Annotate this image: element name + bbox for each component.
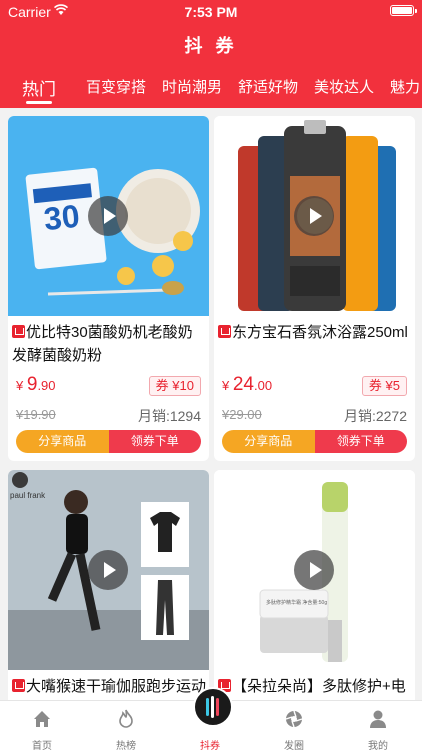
product-price: ¥ 24.00 (222, 374, 273, 395)
play-video-icon[interactable] (294, 550, 334, 590)
product-price: ¥ 9.90 (16, 374, 56, 395)
monthly-sales: 月销:1294 (137, 408, 201, 424)
coupon-icon (206, 696, 219, 718)
share-product-button[interactable]: 分享商品 (222, 430, 315, 453)
flame-icon (119, 709, 133, 728)
tab-indicator (26, 101, 52, 104)
product-image[interactable]: 多肽修护精华霜 净含量:50g (214, 470, 415, 670)
card-actions: 分享商品 领券下单 (222, 430, 407, 453)
taobao-icon (218, 325, 231, 338)
home-icon (34, 711, 50, 727)
card-actions: 分享商品 领券下单 (16, 430, 201, 453)
product-card[interactable]: 多肽修护精华霜 净含量:50g 【朵拉朵尚】多肽修护+电 (214, 470, 415, 710)
status-bar: Carrier 7:53 PM (0, 0, 422, 24)
product-image[interactable]: paul frank (8, 470, 209, 670)
clock: 7:53 PM (184, 4, 238, 20)
header: Carrier 7:53 PM 抖 券 热门 百变穿搭 时尚潮男 舒适好物 美妆… (0, 0, 422, 108)
product-title[interactable]: 【朵拉朵尚】多肽修护+电 (218, 675, 413, 698)
svg-text:paul frank: paul frank (10, 491, 46, 500)
user-icon (370, 710, 386, 728)
coupon-badge: 券 ¥10 (148, 376, 201, 396)
tab-menswear[interactable]: 时尚潮男 (162, 76, 222, 97)
page-title: 抖 券 (184, 36, 238, 56)
taobao-icon (12, 325, 25, 338)
product-image[interactable]: 30 (8, 116, 209, 316)
battery-icon (390, 5, 417, 16)
original-price: ¥29.00 (222, 407, 262, 422)
coupon-badge: 券 ¥5 (361, 376, 407, 396)
tabbar-home[interactable]: 首页 (0, 701, 84, 750)
taobao-icon (12, 679, 25, 692)
product-title[interactable]: 东方宝石香氛沐浴露250ml (218, 321, 413, 344)
tab-hot[interactable]: 热门 (22, 75, 56, 100)
play-video-icon[interactable] (294, 196, 334, 236)
product-card[interactable]: 东方宝石香氛沐浴露250ml ¥ 24.00 券 ¥5 ¥29.00 月销:22… (214, 116, 415, 461)
product-image[interactable] (214, 116, 415, 316)
product-card[interactable]: 30 优比特30菌酸奶机老酸奶发酵菌酸奶粉 ¥ 9.90 券 ¥10 ¥19.9… (8, 116, 209, 461)
tab-charm[interactable]: 魅力 (390, 76, 420, 97)
coupon-center-button[interactable] (193, 687, 233, 727)
category-tabs: 热门 百变穿搭 时尚潮男 舒适好物 美妆达人 魅力 (0, 70, 422, 108)
share-product-button[interactable]: 分享商品 (16, 430, 109, 453)
product-card[interactable]: paul frank 大嘴猴速干瑜伽服跑步运动 (8, 470, 209, 710)
play-video-icon[interactable] (88, 196, 128, 236)
aperture-icon (285, 710, 303, 728)
svg-text:多肽修护精华霜 净含量:50g: 多肽修护精华霜 净含量:50g (266, 599, 327, 606)
claim-coupon-button[interactable]: 领券下单 (314, 430, 407, 453)
product-title[interactable]: 优比特30菌酸奶机老酸奶发酵菌酸奶粉 (12, 321, 207, 367)
tabbar-moments[interactable]: 发圈 (252, 701, 336, 750)
product-title[interactable]: 大嘴猴速干瑜伽服跑步运动 (12, 675, 207, 698)
play-video-icon[interactable] (88, 550, 128, 590)
tab-beauty[interactable]: 美妆达人 (314, 76, 374, 97)
tab-comfort[interactable]: 舒适好物 (238, 76, 298, 97)
claim-coupon-button[interactable]: 领券下单 (108, 430, 201, 453)
tabbar-profile[interactable]: 我的 (336, 701, 420, 750)
monthly-sales: 月销:2272 (343, 408, 407, 424)
svg-text:30: 30 (42, 198, 81, 238)
tabbar-hot-list[interactable]: 热榜 (84, 701, 168, 750)
tab-outfits[interactable]: 百变穿搭 (86, 76, 146, 97)
original-price: ¥19.90 (16, 407, 56, 422)
